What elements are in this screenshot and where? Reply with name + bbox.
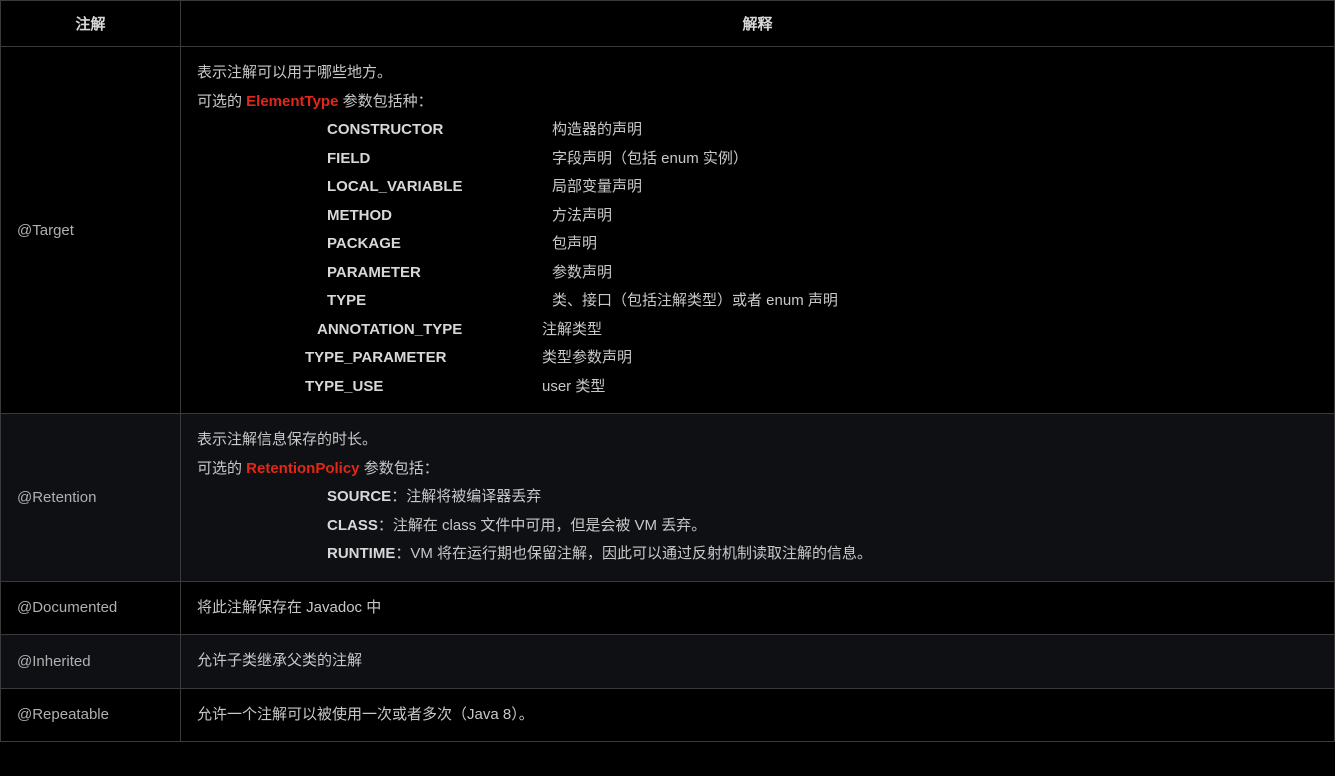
header-explanation: 解释 [181,1,1335,47]
retention-param: CLASS：注解在 class 文件中可用，但是会被 VM 丢弃。 [197,512,1318,541]
table-header-row: 注解 解释 [1,1,1335,47]
param-row: ANNOTATION_TYPE注解类型 [197,316,1318,345]
param-row: PACKAGE包声明 [197,230,1318,259]
description-cell: 允许一个注解可以被使用一次或者多次（Java 8）。 [181,688,1335,742]
description-cell: 表示注解信息保存的时长。 可选的 RetentionPolicy 参数包括： S… [181,414,1335,582]
annotation-name-cell: @Documented [1,581,181,635]
intro-line: 表示注解可以用于哪些地方。 [197,59,1318,88]
description-cell: 允许子类继承父类的注解 [181,635,1335,689]
intro-line: 可选的 RetentionPolicy 参数包括： [197,455,1318,484]
table-row: @Documented 将此注解保存在 Javadoc 中 [1,581,1335,635]
table-row: @Retention 表示注解信息保存的时长。 可选的 RetentionPol… [1,414,1335,582]
param-row: CONSTRUCTOR构造器的声明 [197,116,1318,145]
table-row: @Repeatable 允许一个注解可以被使用一次或者多次（Java 8）。 [1,688,1335,742]
annotation-table: 注解 解释 @Target 表示注解可以用于哪些地方。 可选的 ElementT… [0,0,1335,742]
param-row: FIELD字段声明（包括 enum 实例） [197,145,1318,174]
param-block: CONSTRUCTOR构造器的声明 FIELD字段声明（包括 enum 实例） … [197,116,1318,401]
intro-line: 表示注解信息保存的时长。 [197,426,1318,455]
highlight-text: ElementType [246,93,338,110]
param-row: TYPE_USE user 类型 [197,373,1318,402]
annotation-name-cell: @Repeatable [1,688,181,742]
table-row: @Target 表示注解可以用于哪些地方。 可选的 ElementType 参数… [1,47,1335,414]
param-row: TYPE_PARAMETER类型参数声明 [197,344,1318,373]
param-row: LOCAL_VARIABLE 局部变量声明 [197,173,1318,202]
intro-line: 可选的 ElementType 参数包括种： [197,88,1318,117]
annotation-name-cell: @Retention [1,414,181,582]
retention-param: SOURCE：注解将被编译器丢弃 [197,483,1318,512]
param-row: METHOD方法声明 [197,202,1318,231]
retention-param: RUNTIME：VM 将在运行期也保留注解，因此可以通过反射机制读取注解的信息。 [197,540,1318,569]
param-row: PARAMETER 参数声明 [197,259,1318,288]
annotation-name-cell: @Inherited [1,635,181,689]
param-row: TYPE类、接口（包括注解类型）或者 enum 声明 [197,287,1318,316]
description-cell: 将此注解保存在 Javadoc 中 [181,581,1335,635]
annotation-name-cell: @Target [1,47,181,414]
table-row: @Inherited 允许子类继承父类的注解 [1,635,1335,689]
highlight-text: RetentionPolicy [246,460,359,477]
header-annotation: 注解 [1,1,181,47]
description-cell: 表示注解可以用于哪些地方。 可选的 ElementType 参数包括种： CON… [181,47,1335,414]
